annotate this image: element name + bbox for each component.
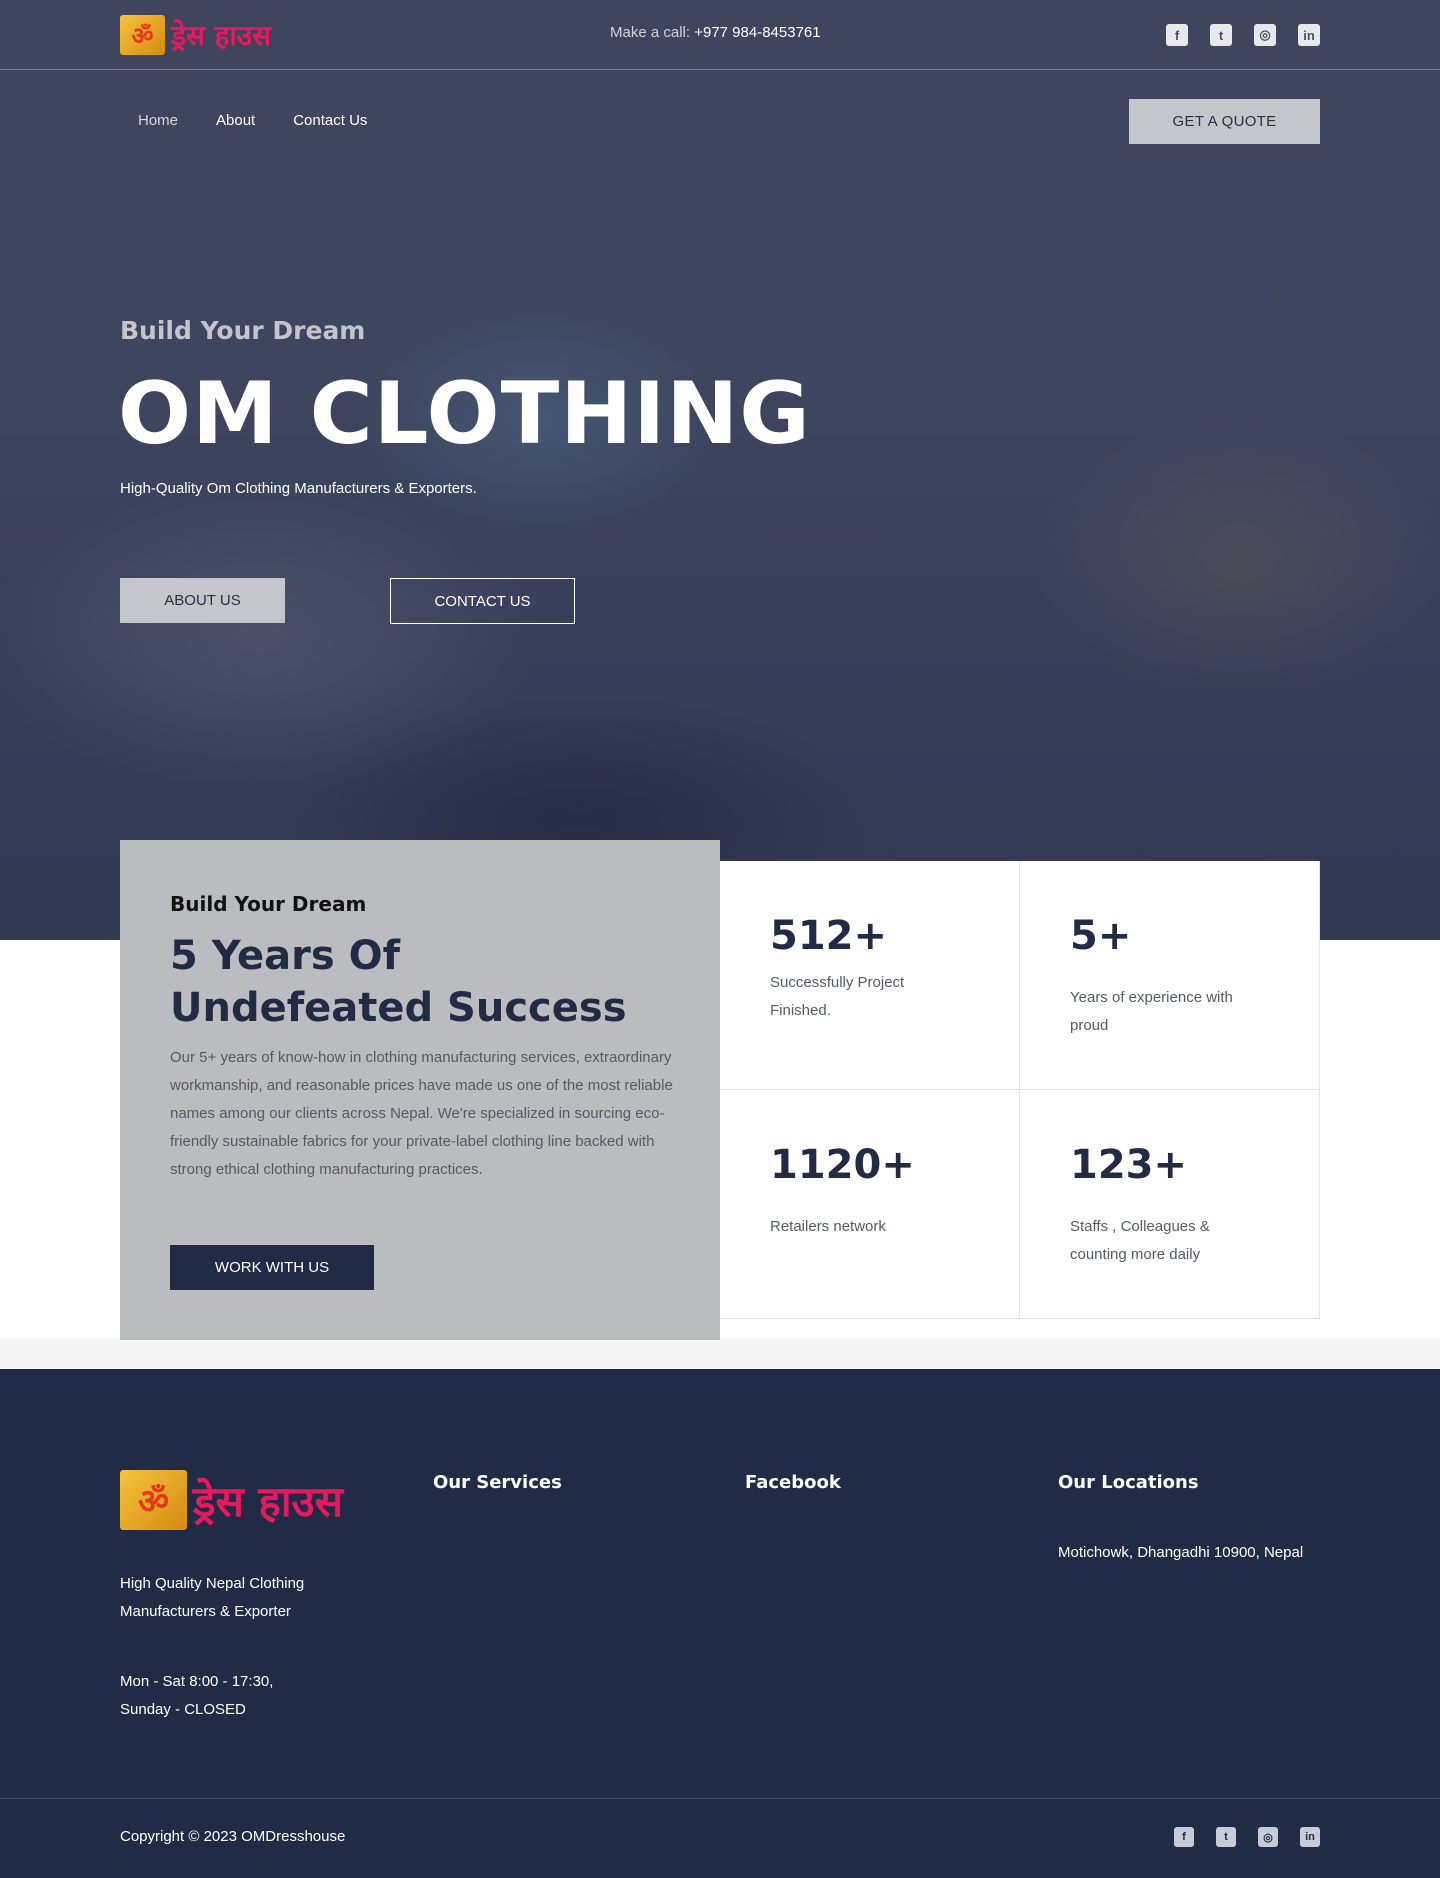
facebook-title: Facebook [745, 1472, 841, 1493]
footer-social-links: f t ◎ in [1174, 1827, 1320, 1847]
hero-description: High-Quality Om Clothing Manufacturers &… [120, 480, 477, 497]
hero-section: ॐ ड्रेस हाउस Make a call: +977 984-84537… [0, 0, 1440, 940]
success-card: Build Your Dream 5 Years Of Undefeated S… [120, 840, 720, 1340]
facebook-icon[interactable]: f [1174, 1827, 1194, 1847]
location-address: Motichowk, Dhangadhi 10900, Nepal [1058, 1544, 1304, 1561]
om-logo-icon: ॐ [120, 1470, 187, 1530]
stat-staff: 123+ Staffs , Colleagues & counting more… [1020, 1090, 1320, 1319]
header-logo[interactable]: ॐ ड्रेस हाउस [120, 15, 271, 55]
call-label: Make a call: [610, 24, 691, 41]
work-with-us-button[interactable]: WORK WITH US [170, 1245, 374, 1290]
footer-tagline: High Quality Nepal Clothing Manufacturer… [120, 1575, 305, 1620]
instagram-icon[interactable]: ◎ [1254, 24, 1276, 46]
nav-home[interactable]: Home [138, 112, 178, 129]
stat-value: 512+ [770, 913, 888, 959]
stat-value: 123+ [1070, 1142, 1188, 1188]
header-social-links: f t ◎ in [1166, 24, 1320, 46]
success-heading: 5 Years Of Undefeated Success [170, 933, 627, 1031]
section-divider-band [0, 1339, 1440, 1369]
stat-label: Retailers network [770, 1218, 886, 1235]
get-quote-button[interactable]: GET A QUOTE [1129, 99, 1320, 144]
hours-sunday: Sunday - CLOSED [120, 1701, 246, 1718]
phone-link[interactable]: +977 984-8453761 [694, 24, 820, 41]
stat-projects: 512+ Successfully Project Finished. [720, 861, 1020, 1090]
topbar: ॐ ड्रेस हाउस Make a call: +977 984-84537… [0, 0, 1440, 70]
hero-title: OM CLOTHING [118, 364, 811, 464]
stat-label: Staffs , Colleagues & counting more dail… [1070, 1218, 1210, 1263]
business-hours: Mon - Sat 8:00 - 17:30, Sunday - CLOSED [120, 1668, 340, 1724]
hours-weekdays: Mon - Sat 8:00 - 17:30, [120, 1673, 274, 1690]
main-nav: Home About Contact Us [138, 112, 367, 129]
twitter-icon[interactable]: t [1216, 1827, 1236, 1847]
copyright-text: Copyright © 2023 OMDresshouse [120, 1828, 346, 1845]
stat-value: 5+ [1070, 913, 1132, 959]
stat-value: 1120+ [770, 1142, 915, 1188]
linkedin-icon[interactable]: in [1300, 1827, 1320, 1847]
services-title: Our Services [433, 1472, 562, 1493]
om-logo-icon: ॐ [120, 15, 165, 55]
stats-grid: 512+ Successfully Project Finished. 5+ Y… [720, 861, 1320, 1319]
locations-title: Our Locations [1058, 1472, 1199, 1493]
contact-us-button[interactable]: CONTACT US [390, 578, 575, 624]
instagram-icon[interactable]: ◎ [1258, 1827, 1278, 1847]
success-body: Our 5+ years of know-how in clothing man… [170, 1049, 673, 1178]
stat-retailers: 1120+ Retailers network [720, 1090, 1020, 1319]
stat-label: Years of experience with proud [1070, 989, 1233, 1034]
call-info: Make a call: +977 984-8453761 [610, 24, 821, 41]
logo-text: ड्रेस हाउस [193, 1476, 344, 1526]
logo-text: ड्रेस हाउस [171, 19, 272, 52]
nav-contact[interactable]: Contact Us [293, 112, 367, 129]
success-kicker: Build Your Dream [170, 892, 367, 916]
hero-subtitle: Build Your Dream [120, 316, 366, 345]
footer-divider [0, 1798, 1440, 1799]
nav-about[interactable]: About [216, 112, 255, 129]
about-us-button[interactable]: ABOUT US [120, 578, 285, 623]
stat-experience: 5+ Years of experience with proud [1020, 861, 1320, 1090]
twitter-icon[interactable]: t [1210, 24, 1232, 46]
facebook-icon[interactable]: f [1166, 24, 1188, 46]
footer-logo[interactable]: ॐ ड्रेस हाउस [120, 1470, 343, 1530]
stat-label: Successfully Project Finished. [770, 974, 905, 1019]
footer: ॐ ड्रेस हाउस High Quality Nepal Clothing… [0, 1369, 1440, 1878]
linkedin-icon[interactable]: in [1298, 24, 1320, 46]
